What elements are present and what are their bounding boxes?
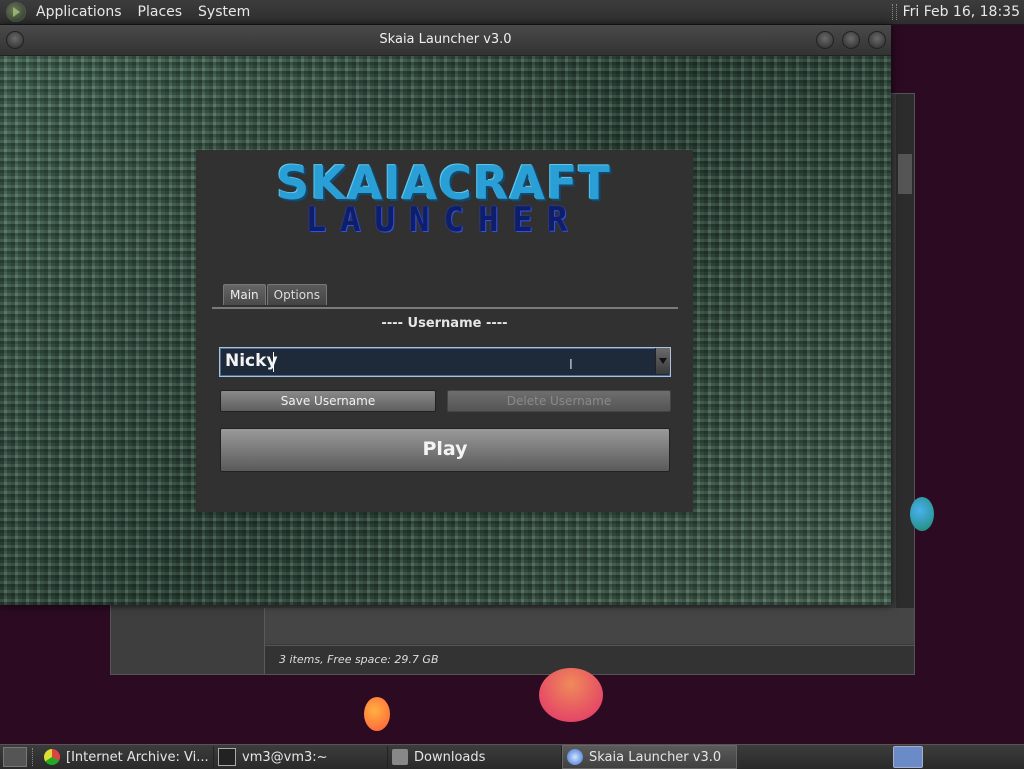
- top-panel: Applications Places System Fri Feb 16, 1…: [0, 0, 1024, 25]
- folder-icon: [392, 749, 408, 765]
- task-skaia-launcher[interactable]: Skaia Launcher v3.0: [562, 745, 737, 769]
- tab-bar: Main Options: [223, 284, 328, 305]
- menu-places[interactable]: Places: [130, 0, 191, 24]
- taskbar-separator: [32, 748, 35, 766]
- panel-separator: [891, 4, 897, 20]
- close-icon[interactable]: [868, 31, 886, 49]
- tab-divider: [212, 307, 678, 309]
- file-manager-sidebar: [111, 608, 265, 674]
- maximize-icon[interactable]: [842, 31, 860, 49]
- task-terminal[interactable]: vm3@vm3:~: [214, 746, 388, 768]
- tray-app-icon[interactable]: [893, 746, 923, 768]
- chrome-icon: [44, 749, 60, 765]
- tab-main[interactable]: Main: [223, 284, 266, 305]
- terminal-icon: [218, 748, 236, 766]
- distro-logo-icon[interactable]: [6, 2, 26, 22]
- ibeam-cursor-icon: I: [569, 358, 573, 373]
- text-caret: [273, 352, 274, 372]
- show-desktop-icon[interactable]: [3, 747, 27, 767]
- delete-username-button[interactable]: Delete Username: [447, 390, 671, 412]
- clock[interactable]: Fri Feb 16, 18:35: [903, 4, 1024, 20]
- file-manager-main: [265, 608, 914, 644]
- username-input[interactable]: Nicky: [225, 348, 278, 374]
- scrollbar-thumb[interactable]: [898, 154, 912, 194]
- launcher-window: Skaia Launcher v3.0 SKAIACRAFT LAUNCHER …: [0, 25, 891, 605]
- top-menu: Applications Places System: [28, 0, 258, 24]
- task-label: Downloads: [414, 749, 486, 765]
- desktop-blob-orange: [364, 697, 390, 731]
- minimize-icon[interactable]: [816, 31, 834, 49]
- task-label: [Internet Archive: Vi...: [66, 749, 209, 765]
- desktop-blob-pink: [539, 668, 603, 722]
- desktop-blob-blue: [910, 497, 934, 531]
- window-titlebar[interactable]: Skaia Launcher v3.0: [0, 25, 891, 56]
- tab-options[interactable]: Options: [266, 284, 327, 305]
- launcher-background: SKAIACRAFT LAUNCHER Main Options ---- Us…: [0, 56, 891, 605]
- task-internet-archive[interactable]: [Internet Archive: Vi...: [40, 746, 214, 768]
- username-combobox[interactable]: Nicky: [219, 347, 671, 377]
- task-downloads[interactable]: Downloads: [388, 746, 562, 768]
- task-label: Skaia Launcher v3.0: [589, 749, 722, 765]
- launcher-panel: SKAIACRAFT LAUNCHER Main Options ---- Us…: [196, 150, 693, 512]
- window-title: Skaia Launcher v3.0: [379, 32, 512, 47]
- globe-icon: [567, 749, 583, 765]
- username-section-label: ---- Username ----: [381, 316, 508, 331]
- scrollbar[interactable]: [896, 94, 914, 608]
- chevron-down-icon[interactable]: [655, 348, 670, 374]
- logo-subtitle: LAUNCHER: [305, 200, 582, 240]
- save-username-button[interactable]: Save Username: [220, 390, 436, 412]
- menu-applications[interactable]: Applications: [28, 0, 130, 24]
- status-bar: 3 items, Free space: 29.7 GB: [265, 645, 914, 674]
- task-label: vm3@vm3:~: [242, 749, 328, 765]
- menu-system[interactable]: System: [190, 0, 258, 24]
- taskbar: [Internet Archive: Vi... vm3@vm3:~ Downl…: [0, 744, 1024, 769]
- play-button[interactable]: Play: [220, 428, 670, 472]
